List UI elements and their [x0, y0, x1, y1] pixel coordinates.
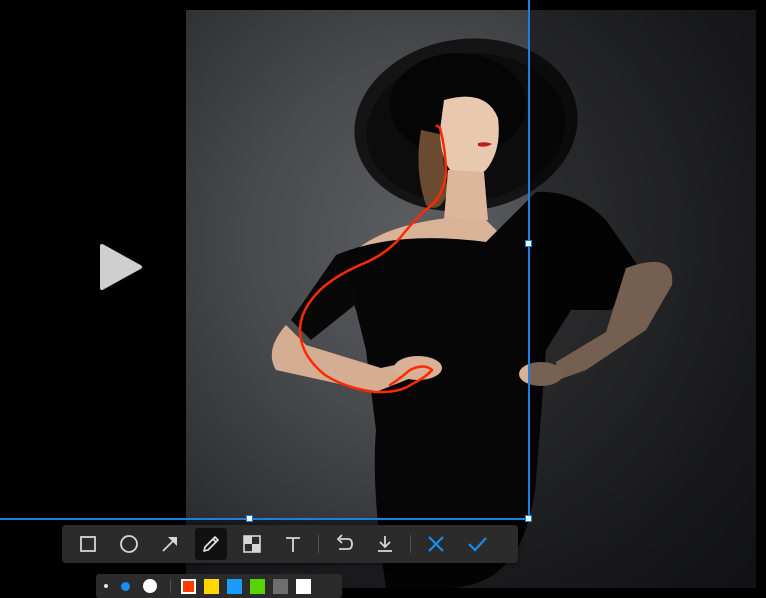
toolbar-divider: [410, 535, 411, 553]
rectangle-tool-button[interactable]: [72, 528, 104, 560]
pen-icon: [203, 536, 219, 552]
cancel-button[interactable]: [420, 528, 452, 560]
download-button[interactable]: [369, 528, 401, 560]
check-icon: [468, 537, 487, 552]
arrow-tool-button[interactable]: [154, 528, 186, 560]
rectangle-icon: [80, 536, 96, 552]
selection-right-edge[interactable]: [528, 0, 530, 521]
mosaic-tool-button[interactable]: [236, 528, 268, 560]
confirm-button[interactable]: [461, 528, 493, 560]
size-small-option[interactable]: [104, 584, 108, 588]
size-medium-option[interactable]: [121, 581, 130, 591]
style-divider: [170, 579, 171, 593]
undo-icon: [336, 534, 353, 550]
size-large-option[interactable]: [143, 579, 157, 593]
close-icon: [428, 536, 444, 552]
toolbar-divider: [318, 535, 319, 553]
color-swatch-green[interactable]: [250, 578, 265, 594]
color-swatch-blue[interactable]: [227, 578, 242, 594]
pen-style-bar: [96, 574, 342, 598]
ellipse-tool-button[interactable]: [113, 528, 145, 560]
screen-capture-stage: [0, 0, 766, 598]
ellipse-icon: [120, 535, 138, 553]
resize-handle-bottom[interactable]: [246, 515, 253, 522]
color-swatch-white[interactable]: [296, 578, 311, 594]
selection-bottom-edge[interactable]: [0, 518, 530, 520]
mosaic-icon: [243, 535, 261, 553]
resize-handle-right[interactable]: [525, 240, 532, 247]
pen-tool-button[interactable]: [195, 528, 227, 560]
resize-handle-bottom-right[interactable]: [525, 515, 532, 522]
undo-button[interactable]: [328, 528, 360, 560]
color-swatch-gray[interactable]: [273, 578, 288, 594]
text-icon: [286, 537, 300, 552]
arrow-icon: [162, 537, 177, 552]
annotation-toolbar: [62, 525, 518, 563]
unselected-area-mask: [530, 10, 756, 588]
color-swatch-yellow[interactable]: [204, 578, 219, 594]
download-icon: [378, 536, 392, 552]
play-icon[interactable]: [98, 243, 144, 291]
color-swatch-orange[interactable]: [181, 578, 196, 594]
text-tool-button[interactable]: [277, 528, 309, 560]
